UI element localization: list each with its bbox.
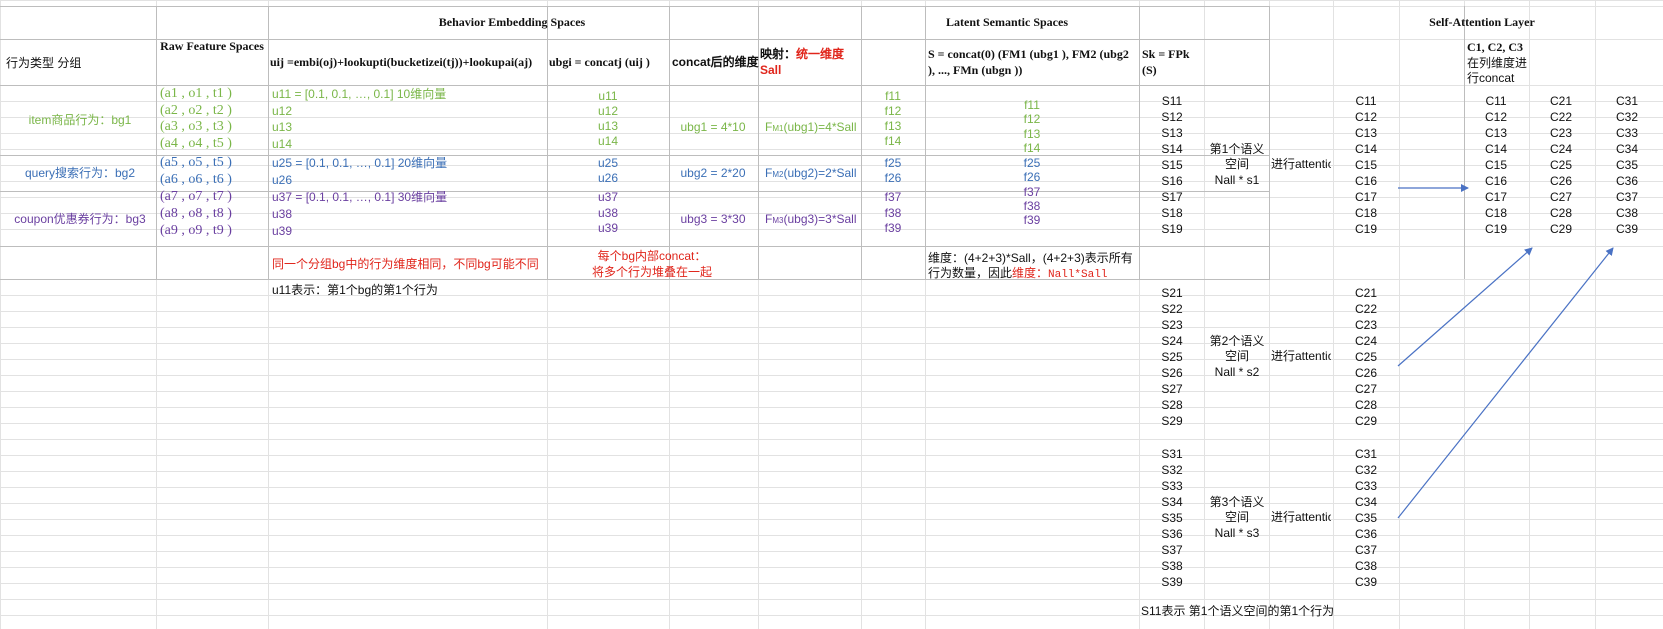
arrows-layer [1397,184,1614,519]
arrow-c2-to-concat [1397,247,1533,367]
arrow-c3-to-concat [1397,247,1614,519]
spreadsheet: Behavior Embedding Spaces Latent Semanti… [0,0,1663,629]
